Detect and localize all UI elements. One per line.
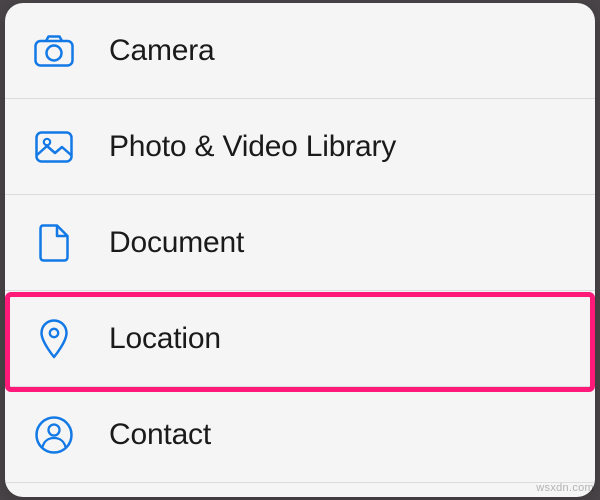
location-icon (33, 318, 75, 360)
photo-icon (33, 126, 75, 168)
document-icon (33, 222, 75, 264)
menu-item-location[interactable]: Location (5, 291, 595, 387)
menu-label: Document (109, 226, 244, 260)
contact-icon (33, 414, 75, 456)
menu-label: Camera (109, 34, 215, 68)
menu-label: Photo & Video Library (109, 130, 396, 164)
watermark: wsxdn.com (536, 482, 594, 494)
menu-label: Location (109, 322, 221, 356)
menu-label: Contact (109, 418, 211, 452)
menu-item-document[interactable]: Document (5, 195, 595, 291)
camera-icon (33, 30, 75, 72)
menu-item-photo-video-library[interactable]: Photo & Video Library (5, 99, 595, 195)
menu-item-camera[interactable]: Camera (5, 3, 595, 99)
action-sheet: Camera Photo & Video Library Document (5, 3, 595, 497)
menu-item-contact[interactable]: Contact (5, 387, 595, 483)
